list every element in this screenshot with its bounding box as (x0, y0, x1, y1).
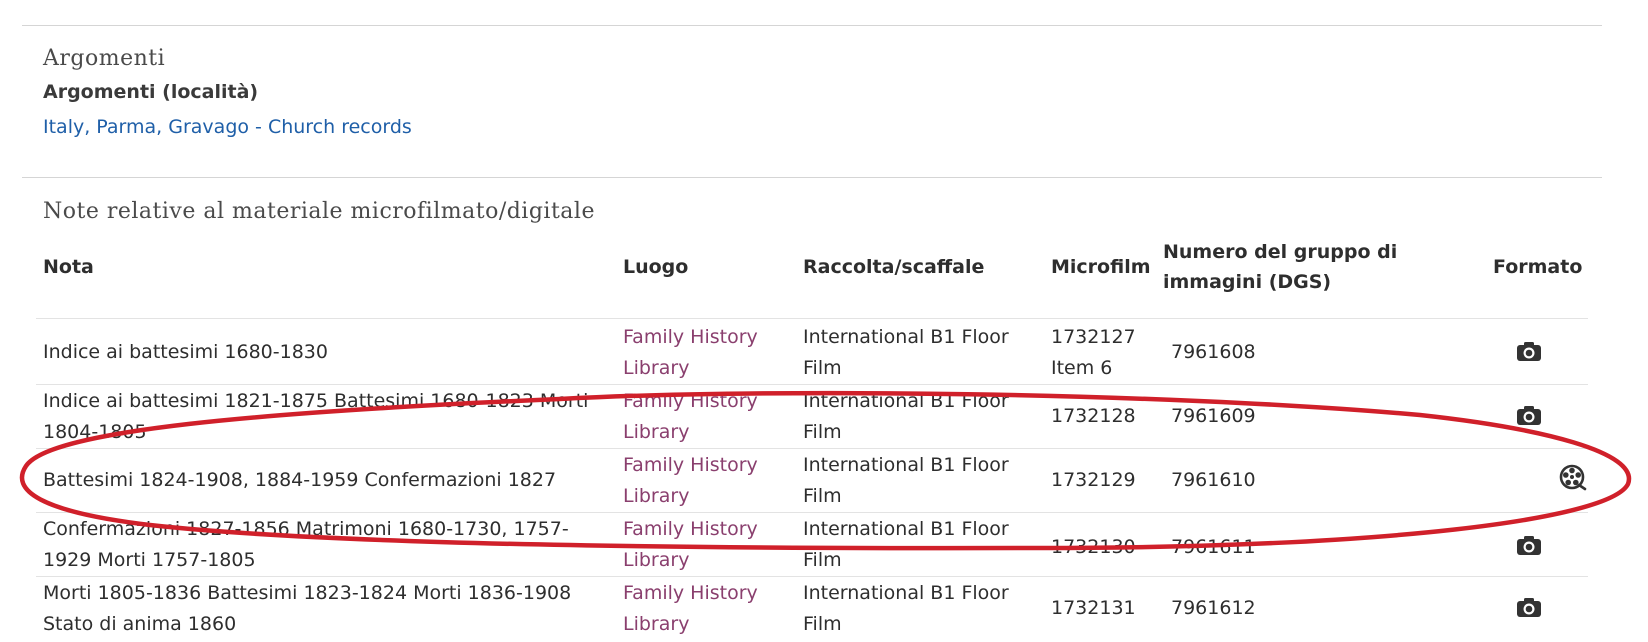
row-collection: Film (803, 357, 842, 379)
table-row: Confermazioni 1827-1856 Matrimoni 1680-1… (36, 512, 1588, 577)
row-microfilm-item: Item 6 (1051, 357, 1113, 379)
row-collection: International B1 Floor (803, 518, 1009, 540)
row-location-link[interactable]: Family History (623, 322, 793, 353)
column-header-dgs-line2: immagini (DGS) (1163, 271, 1332, 293)
row-note: Battesimi 1824-1908, 1884-1959 Confermaz… (43, 469, 557, 491)
column-header-luogo: Luogo (623, 256, 689, 278)
row-microfilm: 1732130 (1051, 536, 1136, 558)
top-divider (22, 25, 1602, 26)
table-row: Battesimi 1824-1908, 1884-1959 Confermaz… (36, 448, 1588, 513)
row-location-link[interactable]: Library (623, 417, 793, 448)
row-location-link[interactable]: Library (623, 353, 793, 384)
camera-icon[interactable] (1514, 593, 1544, 623)
row-location-link[interactable]: Library (623, 481, 793, 512)
table-header-divider (36, 318, 1588, 319)
column-header-dgs-line1: Numero del gruppo di (1163, 241, 1398, 263)
table-row: Indice ai battesimi 1821-1875 Battesimi … (36, 384, 1588, 449)
column-header-raccolta: Raccolta/scaffale (803, 256, 985, 278)
column-header-microfilm: Microfilm (1051, 256, 1151, 278)
argomenti-heading: Argomenti (43, 46, 166, 71)
row-location-link[interactable]: Library (623, 609, 793, 640)
row-collection: Film (803, 613, 842, 635)
row-location-link[interactable]: Family History (623, 450, 793, 481)
camera-icon[interactable] (1514, 401, 1544, 431)
row-note: Morti 1805-1836 Battesimi 1823-1824 Mort… (43, 582, 572, 604)
camera-icon[interactable] (1514, 337, 1544, 367)
row-microfilm: 1732127 (1051, 326, 1136, 348)
notes-heading: Note relative al materiale microfilmato/… (43, 199, 595, 224)
row-note: Indice ai battesimi 1821-1875 Battesimi … (43, 390, 589, 412)
row-location-link[interactable]: Family History (623, 514, 793, 545)
row-dgs: 7961610 (1171, 469, 1256, 491)
row-collection: Film (803, 421, 842, 443)
row-collection: International B1 Floor (803, 454, 1009, 476)
row-location-link[interactable]: Library (623, 545, 793, 576)
row-dgs: 7961609 (1171, 405, 1256, 427)
row-collection: Film (803, 549, 842, 571)
table-row: Morti 1805-1836 Battesimi 1823-1824 Mort… (36, 576, 1588, 641)
film-reel-icon[interactable] (1558, 463, 1588, 493)
column-header-nota: Nota (43, 256, 94, 278)
argomenti-subheading: Argomenti (località) (43, 81, 259, 103)
row-dgs: 7961612 (1171, 597, 1256, 619)
section-divider (22, 177, 1602, 178)
row-collection: Film (803, 485, 842, 507)
row-note: 1929 Morti 1757-1805 (43, 549, 256, 571)
row-microfilm: 1732129 (1051, 469, 1136, 491)
row-note: Confermazioni 1827-1856 Matrimoni 1680-1… (43, 518, 569, 540)
row-dgs: 7961611 (1171, 536, 1256, 558)
camera-icon[interactable] (1514, 531, 1544, 561)
row-dgs: 7961608 (1171, 341, 1256, 363)
row-collection: International B1 Floor (803, 326, 1009, 348)
row-note: 1804-1805 (43, 421, 147, 443)
row-location-link[interactable]: Family History (623, 386, 793, 417)
row-note: Indice ai battesimi 1680-1830 (43, 341, 328, 363)
row-microfilm: 1732128 (1051, 405, 1136, 427)
topic-link-gravago[interactable]: Italy, Parma, Gravago - Church records (43, 116, 412, 138)
row-location-link[interactable]: Family History (623, 578, 793, 609)
row-collection: International B1 Floor (803, 390, 1009, 412)
column-header-formato: Formato (1493, 256, 1583, 278)
row-note: Stato di anima 1860 (43, 613, 237, 635)
row-collection: International B1 Floor (803, 582, 1009, 604)
row-microfilm: 1732131 (1051, 597, 1136, 619)
table-row: Indice ai battesimi 1680-1830 Family His… (36, 320, 1588, 385)
